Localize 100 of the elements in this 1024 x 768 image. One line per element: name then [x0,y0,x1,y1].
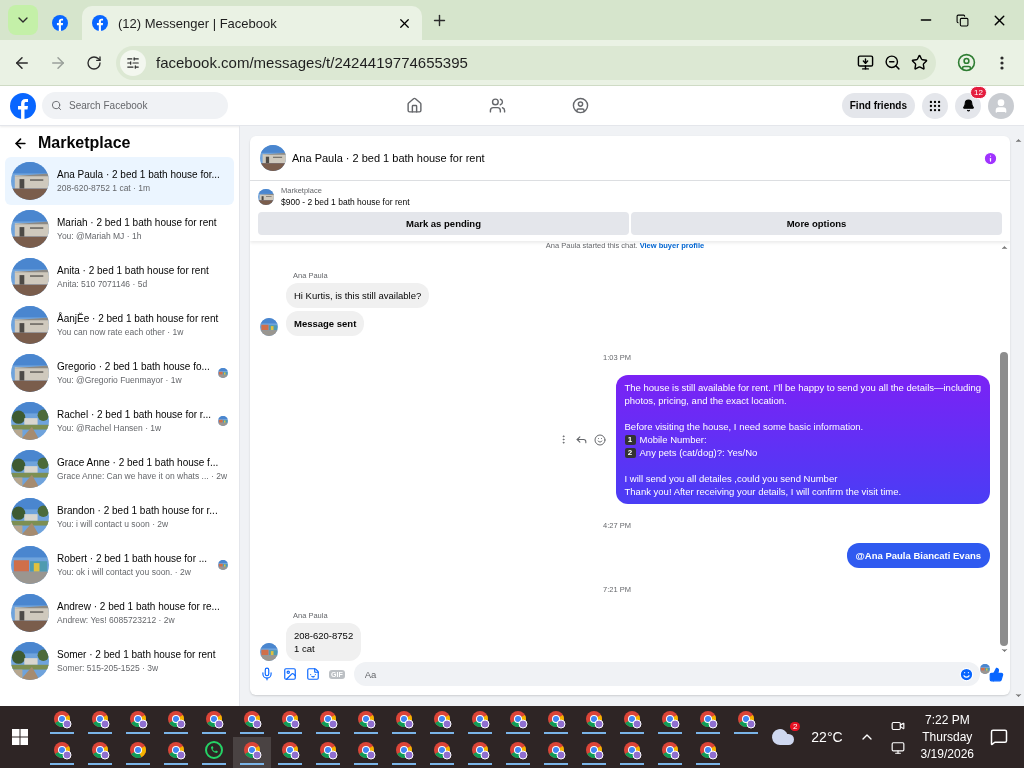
chrome-icon [660,740,680,760]
chrome-icon [508,709,528,729]
zoom-out-icon[interactable] [884,54,901,71]
tab-list-button[interactable] [8,5,38,35]
taskbar-app[interactable] [233,737,271,768]
conversation-item[interactable]: Grace Anne · 2 bed 1 bath house f... Grace Anne: Can we have it on whats ... · 2w [5,445,234,493]
chrome-icon [622,709,642,729]
chat-title: Ana Paula · 2 bed 1 bath house for rent [292,152,486,164]
clock-date[interactable]: 3/19/2026 [920,747,974,761]
conversation-item[interactable]: Gregorio · 2 bed 1 bath house fo... You: @Gregorio Fuenmayor · 1w [5,349,234,397]
conversation-item[interactable]: Mariah · 2 bed 1 bath house for rent You: @Mariah MJ · 1h [5,205,234,253]
message-bar[interactable]: Aa [353,662,980,686]
message-field[interactable]: Aa [362,667,959,681]
conversation-title: Robert · 2 bed 1 bath house for ... [57,553,209,564]
chrome-icon [546,709,566,729]
chrome-icon [318,740,338,760]
incoming-message: Hi Kurtis, is this still available? [286,283,430,308]
chrome-icon [242,740,262,760]
conversation-preview: You can now rate each other · 1w [57,327,185,337]
chrome-icon [90,740,110,760]
chrome-icon [128,740,148,760]
conversation-item[interactable]: Anita · 2 bed 1 bath house for rent Anita: 510 7071146 · 5d [5,253,234,301]
conversation-title: Anita · 2 bed 1 bath house for rent [57,265,210,276]
conversation-item[interactable]: Rachel · 2 bed 1 bath house for r... You: @Rachel Hansen · 1w [5,397,234,445]
install-app-icon[interactable] [857,54,874,71]
conversation-title: Grace Anne · 2 bed 1 bath house f... [57,457,220,468]
conversation-preview: You: @Gregorio Fuenmayor · 1w [57,375,183,385]
chrome-icon [52,709,72,729]
weather-badge: 2 [789,722,801,731]
conversation-preview: 208-620-8752 1 cat · 1m [57,183,152,193]
facebook-favicon-icon [52,15,68,31]
chrome-icon [394,709,414,729]
conversation-preview: You: ok i will contact you soon. · 2w [57,567,192,577]
chrome-icon [356,740,376,760]
conversation-item[interactable]: Ana Paula · 2 bed 1 bath house for... 208-620-8752 1 cat · 1m [5,157,234,205]
clock-day[interactable]: Thursday [922,730,973,744]
sticker-icon[interactable] [306,667,320,681]
reply-icon[interactable] [574,433,588,446]
conversation-title: Gregorio · 2 bed 1 bath house fo... [57,361,210,372]
conversation-item[interactable]: ÅanjĔe · 2 bed 1 bath house for rent You can now rate each other · 1w [5,301,234,349]
chrome-icon [204,709,224,729]
conversation-preview: Anita: 510 7071146 · 5d [57,279,149,289]
bookmark-star-icon[interactable] [911,54,928,71]
scroll-up-icon[interactable] [999,243,1009,252]
search-field[interactable]: Search Facebook [67,99,207,112]
incoming-message: 208-620-8752 1 cat [286,623,362,661]
facebook-logo[interactable] [10,92,36,119]
notifications-icon[interactable] [990,728,1008,746]
conversation-title: ÅanjĔe · 2 bed 1 bath house for rent [57,313,220,324]
conversation-item[interactable]: Somer · 2 bed 1 bath house for rent Somer: 515-205-1525 · 3w [5,637,234,685]
menu-icon [1000,55,1004,70]
like-icon[interactable] [989,666,1004,682]
find-friends-button[interactable]: Find friends [841,93,915,118]
restore-icon[interactable] [956,13,969,27]
outgoing-message: @Ana Paula Biancati Evans [846,543,990,568]
scroll-down-icon[interactable] [999,646,1009,655]
chrome-icon [52,740,72,760]
microphone-icon[interactable] [260,667,274,681]
chrome-icon [470,709,490,729]
conversation-preview: Grace Anne: Can we have it on whats ... · 2w [57,471,228,481]
listing-action-button[interactable]: Mark as pending [258,212,629,235]
address-bar[interactable]: facebook.com/messages/t/2424419774655395 [116,45,936,80]
chrome-icon [508,740,528,760]
browser-tab[interactable]: (12) Messenger | Facebook [82,6,422,40]
chrome-icon [280,740,300,760]
scroll-down-icon[interactable] [1013,691,1023,700]
conversation-item[interactable]: Brandon · 2 bed 1 bath house for r... You: i will contact u soon · 2w [5,493,234,541]
photo-icon[interactable] [283,667,297,681]
chrome-icon [166,709,186,729]
scroll-up-icon[interactable] [1013,136,1023,145]
emoji-icon[interactable] [959,666,974,682]
chrome-icon [280,709,300,729]
conversation-item[interactable]: Robert · 2 bed 1 bath house for ... You: ok i will contact you soon. · 2w [5,541,234,589]
listing-action-button[interactable]: More options [631,212,1002,235]
home-icon [406,97,423,114]
chrome-icon [166,740,186,760]
listing-title[interactable]: $900 - 2 bed 1 bath house for rent [281,197,410,207]
search-bar[interactable]: Search Facebook [42,92,228,119]
url-text: facebook.com/messages/t/2424419774655395 [156,54,469,71]
chrome-icon [242,709,262,729]
chrome-icon [470,740,490,760]
site-info-button[interactable] [120,49,146,76]
groups-icon [572,97,589,114]
clock-time[interactable]: 7:22 PM [924,713,970,727]
menu-grid-button[interactable] [922,92,948,119]
search-icon [51,100,62,111]
friends-icon [489,97,506,114]
notifications-button[interactable] [955,92,981,119]
react-icon[interactable] [593,433,606,446]
conversation-title: Brandon · 2 bed 1 bath house for r... [57,505,219,516]
chrome-icon [432,709,452,729]
network-icon[interactable] [890,741,905,755]
info-icon[interactable] [983,150,998,166]
chrome-icon [584,709,604,729]
chrome-icon [318,709,338,729]
conversation-title: Rachel · 2 bed 1 bath house for r... [57,409,210,420]
chrome-icon [546,740,566,760]
conversation-item[interactable]: Andrew · 2 bed 1 bath house for re... Andrew: Yes! 6085723212 · 2w [5,589,234,637]
camera-icon[interactable] [890,719,905,733]
conversation-preview: You: i will contact u soon · 2w [57,519,170,529]
